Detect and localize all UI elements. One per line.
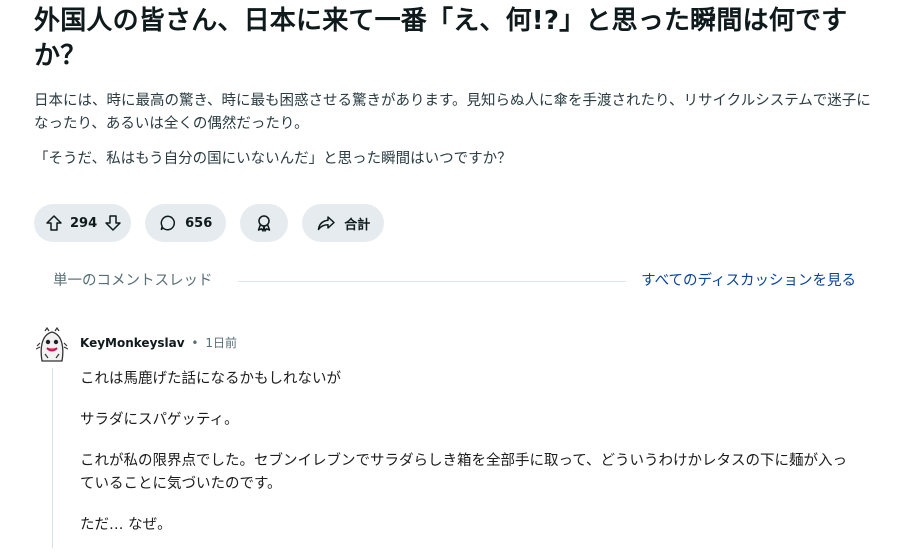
share-button[interactable]: 合計: [302, 204, 385, 242]
comment-paragraph: これは馬鹿げた話になるかもしれないが: [80, 371, 341, 387]
avatar[interactable]: [35, 326, 69, 363]
comment-count: 656: [185, 215, 213, 231]
share-label: 合計: [344, 217, 371, 233]
thread-divider: 単一のコメントスレッド すべてのディスカッションを見る: [34, 270, 856, 292]
vote-count: 294: [70, 215, 98, 231]
comment-meta: KeyMonkeyslav • 1日前: [80, 334, 237, 352]
see-all-discussion-link[interactable]: すべてのディスカッションを見る: [641, 270, 856, 292]
upvote-button[interactable]: [44, 213, 64, 233]
comment-paragraph: サラダにスパゲッティ。: [80, 412, 239, 428]
award-button[interactable]: [240, 204, 289, 242]
share-arrow-icon: [318, 216, 336, 231]
thread-label: 単一のコメントスレッド: [53, 273, 213, 289]
arrow-up-icon: [46, 215, 62, 231]
comment-paragraph: ただ… なぜ。: [80, 517, 172, 533]
comment-paragraph: これが私の限界点でした。セブンイレブンでサラダらしき箱を全部手に取って、どういう…: [80, 453, 848, 492]
award-icon: [258, 215, 271, 232]
divider-line: [238, 281, 626, 282]
avatar-icon: [35, 326, 69, 362]
post-body-paragraph: 「そうだ、私はもう自分の国にいないんだ」と思った瞬間はいつですか？: [34, 151, 512, 167]
post-title: 外国人の皆さん、日本に来て一番「え、何!?」と思った瞬間は何ですか？: [34, 6, 848, 71]
arrow-down-icon: [105, 215, 121, 231]
comment-timestamp: 1日前: [205, 336, 237, 350]
post-body: 日本には、時に最高の驚き、時に最も困惑させる驚きがあります。見知らぬ人に傘を手渡…: [34, 90, 874, 171]
meta-separator: •: [191, 336, 199, 350]
thread-rail[interactable]: [52, 368, 53, 548]
comment-author[interactable]: KeyMonkeyslav: [80, 336, 185, 350]
comment-body: これは馬鹿げた話になるかもしれないが サラダにスパゲッティ。 これが私の限界点で…: [80, 368, 860, 555]
comments-button[interactable]: 656: [145, 204, 227, 242]
post-body-paragraph: 日本には、時に最高の驚き、時に最も困惑させる驚きがあります。見知らぬ人に傘を手渡…: [34, 93, 871, 132]
comment-bubble-icon: [160, 215, 176, 231]
vote-group: 294: [34, 204, 132, 242]
post-action-bar: 294 656 合計: [34, 204, 385, 242]
downvote-button[interactable]: [103, 213, 123, 233]
